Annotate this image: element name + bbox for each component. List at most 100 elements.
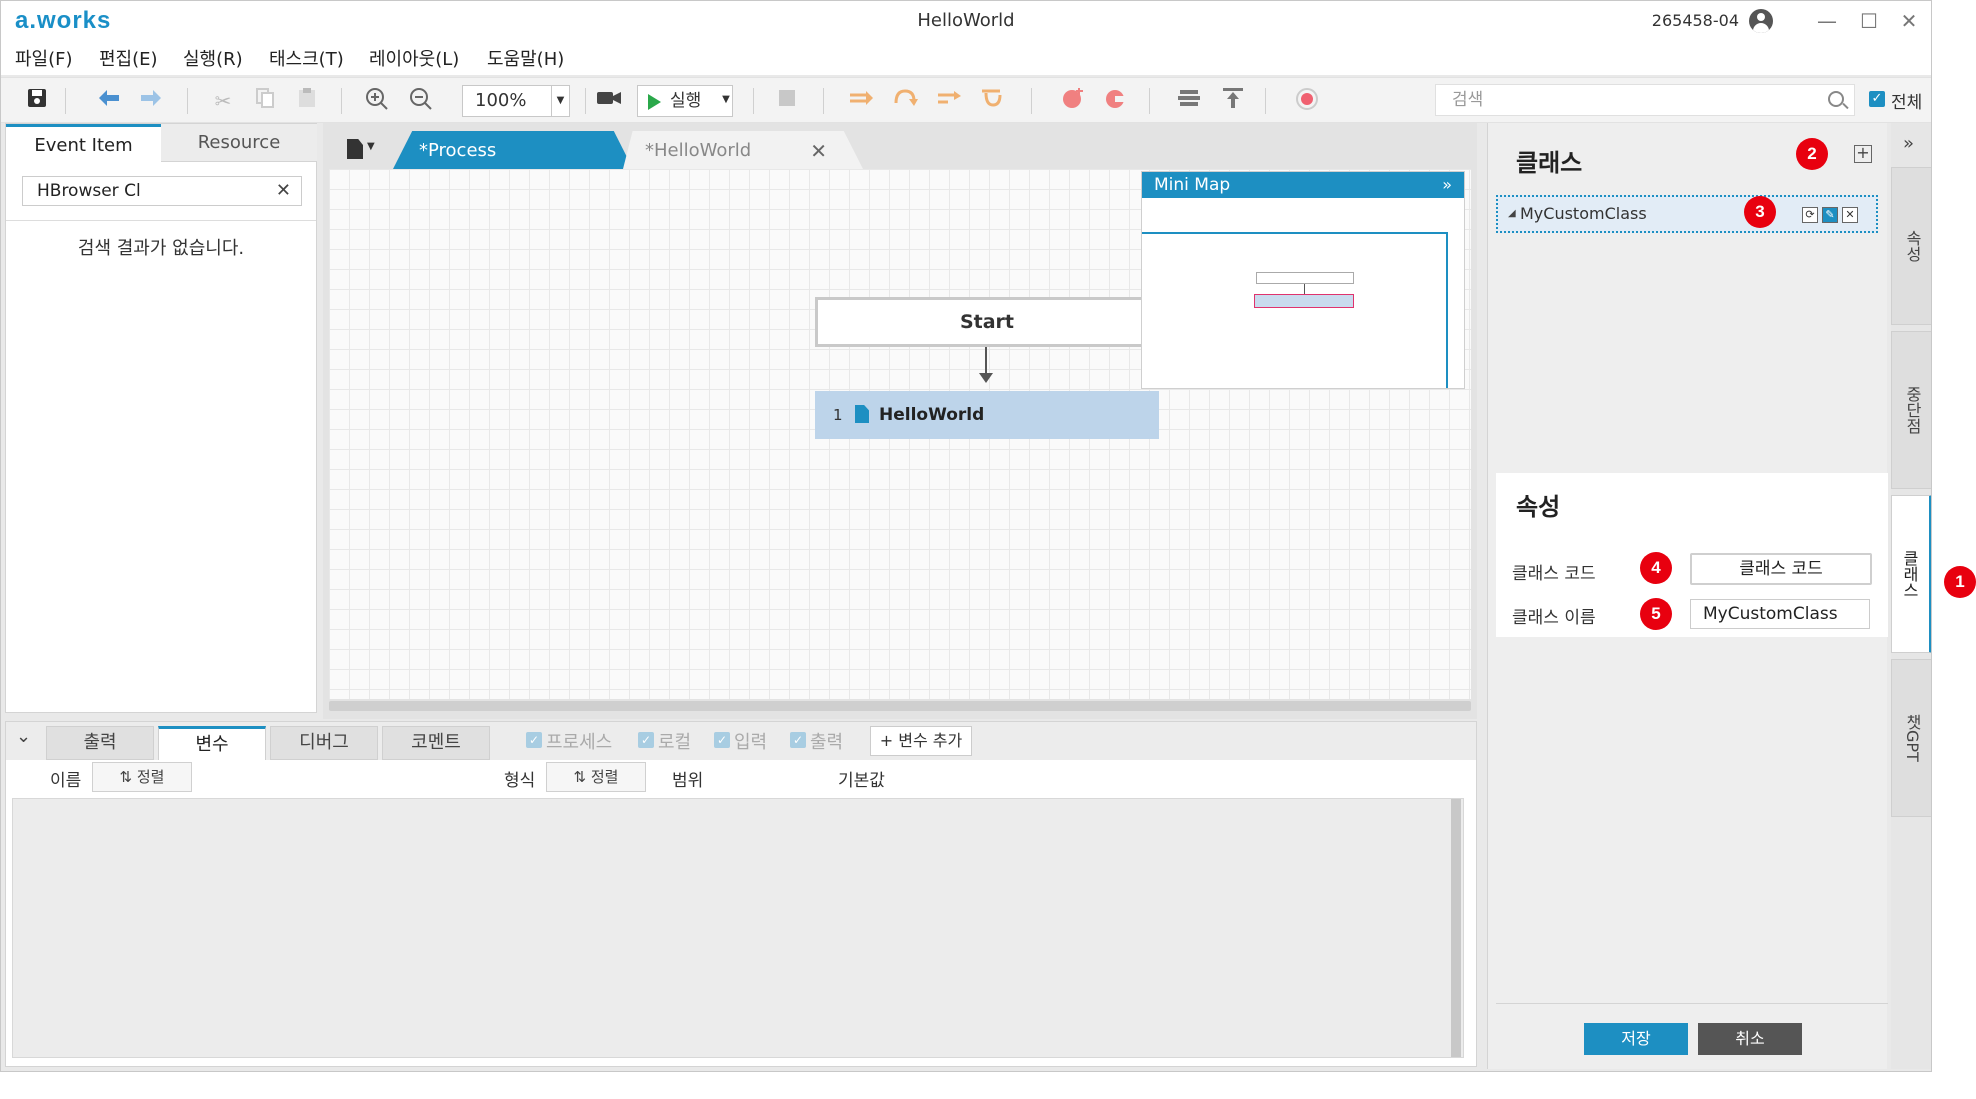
breakpoint-icon[interactable] bbox=[1059, 87, 1087, 115]
toolbar-separator bbox=[341, 88, 342, 114]
edit-code-icon[interactable]: ⟳ bbox=[1802, 207, 1818, 223]
class-name-field[interactable]: MyCustomClass bbox=[1690, 599, 1870, 629]
window-title: HelloWorld bbox=[917, 10, 1015, 31]
stop-icon[interactable] bbox=[773, 87, 801, 115]
minimize-button[interactable]: — bbox=[1807, 7, 1847, 35]
camera-icon[interactable] bbox=[595, 87, 623, 115]
maximize-button[interactable]: ☐ bbox=[1849, 7, 1889, 35]
filter-local-checkbox[interactable]: ✓ bbox=[638, 732, 654, 748]
zoom-out-icon[interactable] bbox=[407, 87, 435, 115]
title-bar: a.works HelloWorld 265458-04 — ☐ ✕ bbox=[1, 1, 1931, 41]
marker-2: 2 bbox=[1796, 138, 1828, 170]
filter-output-checkbox[interactable]: ✓ bbox=[790, 732, 806, 748]
menu-edit[interactable]: 편집(E) bbox=[99, 45, 158, 71]
left-panel: Event Item Resource HBrowser Cl ✕ 검색 결과가… bbox=[5, 123, 317, 713]
marker-5: 5 bbox=[1640, 598, 1672, 630]
tab-comment[interactable]: 코멘트 bbox=[382, 726, 490, 760]
class-tree-item[interactable]: ◢ MyCustomClass ⟳ ✎ ✕ bbox=[1496, 195, 1878, 233]
tab-helloworld-label: *HelloWorld bbox=[645, 140, 752, 161]
connector-arrow bbox=[979, 373, 993, 383]
document-dropdown-icon[interactable]: ▼ bbox=[367, 141, 375, 152]
step-icon[interactable] bbox=[847, 87, 875, 115]
chevron-right-icon[interactable]: » bbox=[1442, 172, 1452, 198]
zoom-dropdown-icon[interactable]: ▼ bbox=[552, 85, 570, 117]
filter-input-label: 입력 bbox=[734, 732, 768, 753]
step-into-icon[interactable] bbox=[935, 87, 963, 115]
copy-icon[interactable] bbox=[251, 87, 279, 115]
clear-search-icon[interactable]: ✕ bbox=[276, 177, 291, 205]
tab-output[interactable]: 출력 bbox=[46, 726, 154, 760]
toolbar-separator bbox=[1265, 88, 1266, 114]
paste-icon[interactable] bbox=[293, 87, 321, 115]
forward-icon[interactable] bbox=[137, 87, 165, 115]
sort-type-button[interactable]: ⇅ 정렬 bbox=[546, 762, 646, 792]
vertical-scrollbar[interactable] bbox=[1451, 799, 1461, 1057]
marker-4: 4 bbox=[1640, 552, 1672, 584]
menu-help[interactable]: 도움말(H) bbox=[487, 45, 564, 71]
side-tab-breakpoints[interactable]: 중단점 bbox=[1891, 331, 1931, 489]
menu-file[interactable]: 파일(F) bbox=[15, 45, 73, 71]
menu-task[interactable]: 태스크(T) bbox=[269, 45, 344, 71]
add-class-icon[interactable]: + bbox=[1854, 145, 1872, 163]
toolbar-separator bbox=[753, 88, 754, 114]
side-tab-chatgpt[interactable]: 챗GPT bbox=[1891, 659, 1931, 817]
filter-input-checkbox[interactable]: ✓ bbox=[714, 732, 730, 748]
collapse-right-icon[interactable]: » bbox=[1903, 133, 1914, 154]
align-top-icon[interactable] bbox=[1219, 87, 1247, 115]
delete-class-icon[interactable]: ✕ bbox=[1842, 207, 1858, 223]
tab-process[interactable]: *Process bbox=[393, 131, 633, 169]
record-icon[interactable] bbox=[1293, 87, 1321, 115]
zoom-select[interactable]: 100% bbox=[462, 85, 552, 117]
tab-event-item[interactable]: Event Item bbox=[6, 124, 161, 162]
filter-process-checkbox[interactable]: ✓ bbox=[526, 732, 542, 748]
start-node[interactable]: Start bbox=[815, 297, 1159, 347]
sort-name-button[interactable]: ⇅ 정렬 bbox=[92, 762, 192, 792]
rename-icon[interactable]: ✎ bbox=[1822, 207, 1838, 223]
tab-variables[interactable]: 변수 bbox=[158, 726, 266, 760]
tab-debug[interactable]: 디버그 bbox=[270, 726, 378, 760]
side-tab-properties[interactable]: 속성 bbox=[1891, 167, 1931, 325]
cut-icon[interactable]: ✂ bbox=[209, 87, 237, 115]
class-name-label: 클래스 이름 bbox=[1512, 608, 1596, 628]
class-code-button[interactable]: 클래스 코드 bbox=[1690, 553, 1872, 585]
step-label: HelloWorld bbox=[879, 405, 985, 425]
step-out-icon[interactable] bbox=[979, 87, 1007, 115]
search-input[interactable]: 검색 bbox=[1435, 84, 1855, 116]
close-button[interactable]: ✕ bbox=[1889, 7, 1929, 35]
all-checkbox[interactable]: ✓ bbox=[1869, 91, 1885, 107]
side-tab-class[interactable]: 클래스 bbox=[1891, 495, 1931, 653]
add-variable-button[interactable]: + 변수 추가 bbox=[870, 726, 972, 756]
horizontal-scrollbar[interactable] bbox=[329, 701, 1471, 711]
clear-breakpoint-icon[interactable] bbox=[1101, 87, 1129, 115]
close-tab-icon[interactable]: ✕ bbox=[810, 131, 827, 169]
class-section-title: 클래스 bbox=[1516, 149, 1583, 177]
step-over-icon[interactable] bbox=[891, 87, 919, 115]
document-icon bbox=[855, 405, 869, 423]
save-icon[interactable] bbox=[23, 87, 51, 115]
cancel-button[interactable]: 취소 bbox=[1698, 1023, 1802, 1055]
menu-layout[interactable]: 레이아웃(L) bbox=[369, 45, 459, 71]
menu-run[interactable]: 실행(R) bbox=[183, 45, 243, 71]
event-search-input[interactable]: HBrowser Cl ✕ bbox=[22, 176, 302, 206]
column-name: 이름 bbox=[50, 771, 82, 791]
mini-map-viewport[interactable] bbox=[1142, 232, 1448, 388]
process-canvas[interactable]: Start 1 HelloWorld Mini Map » bbox=[329, 169, 1471, 699]
new-document-icon[interactable] bbox=[347, 139, 363, 159]
column-scope: 범위 bbox=[672, 771, 704, 791]
app-window: a.works HelloWorld 265458-04 — ☐ ✕ 파일(F)… bbox=[0, 0, 1932, 1072]
save-button[interactable]: 저장 bbox=[1584, 1023, 1688, 1055]
tab-helloworld[interactable]: *HelloWorld ✕ bbox=[623, 131, 863, 169]
zoom-in-icon[interactable] bbox=[363, 87, 391, 115]
align-icon[interactable] bbox=[1175, 87, 1203, 115]
mini-map[interactable]: Mini Map » bbox=[1141, 171, 1465, 389]
helloworld-node[interactable]: 1 HelloWorld bbox=[815, 391, 1159, 439]
divider bbox=[1496, 1003, 1888, 1004]
user-avatar-icon[interactable] bbox=[1749, 9, 1773, 33]
run-dropdown-icon[interactable]: ▼ bbox=[717, 85, 735, 117]
toolbar-separator bbox=[65, 88, 66, 114]
expand-icon[interactable]: ◢ bbox=[1508, 197, 1516, 231]
back-icon[interactable] bbox=[95, 87, 123, 115]
variables-grid[interactable] bbox=[12, 798, 1464, 1058]
tab-resource[interactable]: Resource bbox=[161, 124, 317, 162]
collapse-icon[interactable]: ⌄ bbox=[16, 726, 31, 747]
